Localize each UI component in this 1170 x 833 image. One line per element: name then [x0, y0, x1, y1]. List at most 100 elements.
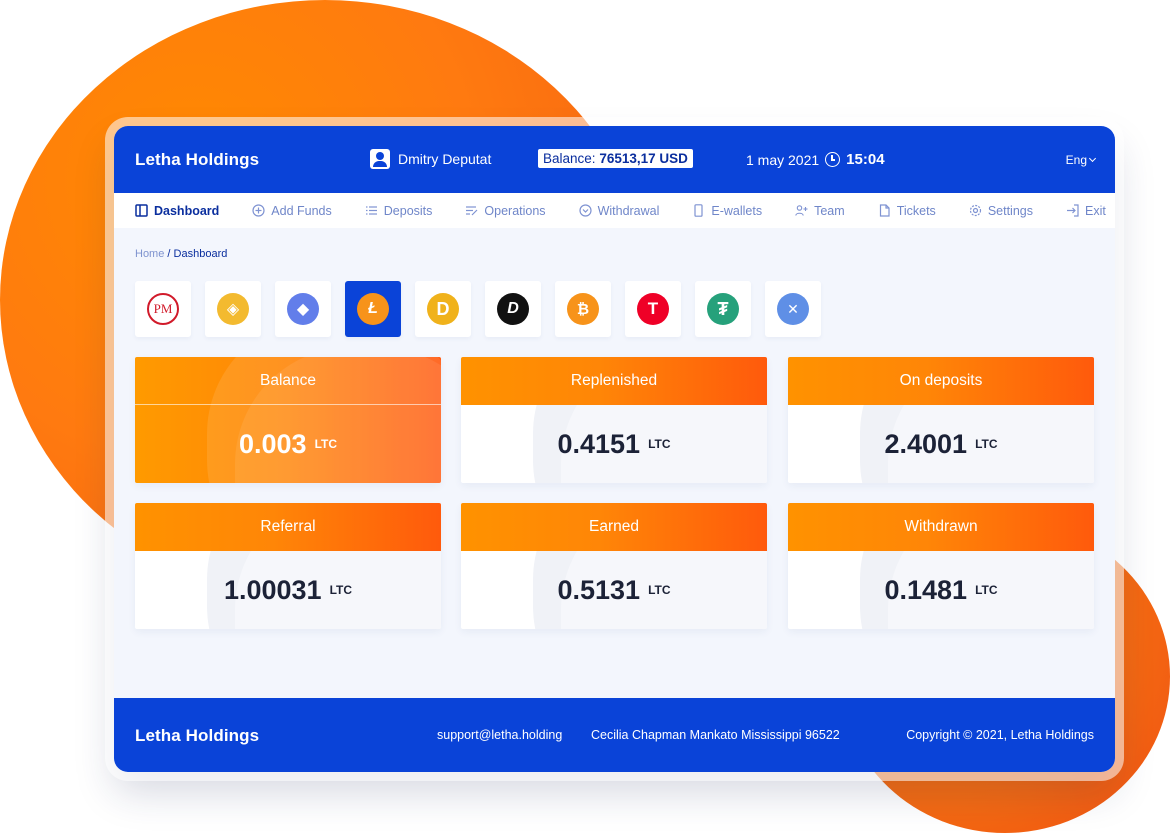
file-icon [878, 204, 891, 217]
stat-label: On deposits [788, 357, 1094, 405]
stat-card-balance: Balance 0.003 LTC [135, 357, 441, 483]
chevron-down-icon [1088, 154, 1097, 163]
nav-label: Tickets [896, 203, 936, 218]
currency-tron[interactable]: T [625, 281, 681, 337]
perfect-money-icon: PM [147, 293, 179, 325]
stat-label: Earned [461, 503, 767, 551]
nav-label: Exit [1084, 203, 1106, 218]
binance-icon: ◈ [217, 293, 249, 325]
dash-icon: D [497, 293, 529, 325]
chevron-circle-icon [578, 204, 592, 217]
breadcrumb-current: Dashboard [173, 248, 228, 260]
nav-item-tickets[interactable]: Tickets [878, 204, 936, 218]
nav-label: Dashboard [154, 203, 220, 218]
stat-card-on-deposits: On deposits 2.4001 LTC [788, 357, 1094, 483]
footer-copyright: Copyright © 2021, Letha Holdings [906, 728, 1094, 742]
date-time: 1 may 2021 15:04 [746, 151, 885, 168]
stat-value: 0.4151 [557, 428, 641, 459]
user-plus-icon [795, 204, 808, 217]
stat-label: Withdrawn [788, 503, 1094, 551]
edit-list-icon [465, 204, 478, 217]
dogecoin-icon: D [427, 293, 459, 325]
stat-label: Replenished [461, 357, 767, 405]
breadcrumb-separator: / [167, 248, 171, 260]
currency-tether[interactable]: ₮ [695, 281, 751, 337]
phone-icon [692, 204, 705, 217]
nav-label: Withdrawal [597, 203, 660, 218]
layout-icon [135, 204, 148, 217]
ripple-icon: ✕ [777, 293, 809, 325]
nav-label: Team [814, 203, 845, 218]
nav-label: Settings [987, 203, 1033, 218]
footer-brand[interactable]: Letha Holdings [135, 726, 259, 746]
list-icon [365, 204, 378, 217]
currency-dash[interactable]: D [485, 281, 541, 337]
time-text: 15:04 [846, 151, 885, 168]
bitcoin-icon: ₿ [567, 293, 599, 325]
user-profile[interactable]: Dmitry Deputat [370, 149, 491, 169]
stat-unit: LTC [648, 583, 671, 597]
stat-value: 0.003 [238, 428, 307, 459]
stat-label: Referral [135, 503, 441, 551]
tron-icon: T [637, 293, 669, 325]
exit-icon [1066, 204, 1079, 217]
currency-perfect-money[interactable]: PM [135, 281, 191, 337]
balance-badge: Balance: 76513,17 USD [538, 149, 693, 168]
main-nav: Dashboard Add Funds Deposits Operations … [114, 193, 1115, 228]
stat-value: 0.1481 [884, 574, 968, 605]
nav-item-dashboard[interactable]: Dashboard [135, 204, 219, 218]
stat-label: Balance [135, 357, 441, 405]
clock-icon [825, 152, 841, 167]
language-selector[interactable]: Eng [1065, 153, 1097, 167]
tether-icon: ₮ [707, 293, 739, 325]
support-email-link[interactable]: support@letha.holding [437, 728, 562, 742]
footer: Letha Holdings support@letha.holding Cec… [114, 698, 1115, 772]
breadcrumb-home[interactable]: Home [135, 248, 164, 260]
litecoin-icon: Ł [357, 293, 389, 325]
stat-card-replenished: Replenished 0.4151 LTC [461, 357, 767, 483]
stat-unit: LTC [314, 437, 337, 451]
currency-selector: PM ◈ ◆ Ł D D ₿ T ₮ ✕ [135, 281, 821, 337]
nav-item-team[interactable]: Team [795, 204, 845, 218]
breadcrumb: Home / Dashboard [135, 248, 227, 260]
footer-address: Cecilia Chapman Mankato Mississippi 9652… [591, 728, 840, 742]
stat-unit: LTC [975, 437, 998, 451]
nav-item-deposits[interactable]: Deposits [365, 203, 433, 218]
gear-icon [969, 204, 982, 217]
nav-label: Deposits [383, 203, 433, 218]
nav-item-add-funds[interactable]: Add Funds [252, 203, 332, 218]
nav-label: Add Funds [271, 203, 332, 218]
plus-circle-icon [252, 204, 265, 217]
nav-item-e-wallets[interactable]: E-wallets [692, 204, 762, 218]
nav-item-operations[interactable]: Operations [465, 203, 546, 218]
currency-ripple[interactable]: ✕ [765, 281, 821, 337]
nav-item-settings[interactable]: Settings [969, 204, 1033, 218]
stat-unit: LTC [329, 583, 353, 597]
stat-value: 1.00031 [223, 574, 322, 605]
nav-label: Operations [484, 203, 546, 218]
top-header: Letha Holdings Dmitry Deputat Balance: 7… [114, 126, 1115, 193]
currency-bitcoin[interactable]: ₿ [555, 281, 611, 337]
user-icon [370, 149, 390, 169]
stat-card-referral: Referral 1.00031 LTC [135, 503, 441, 629]
balance-label: Balance: [543, 151, 596, 166]
nav-item-exit[interactable]: Exit [1066, 204, 1106, 218]
currency-litecoin[interactable]: Ł [345, 281, 401, 337]
stat-value: 2.4001 [884, 428, 968, 459]
stat-card-earned: Earned 0.5131 LTC [461, 503, 767, 629]
dashboard-window: Letha Holdings Dmitry Deputat Balance: 7… [114, 126, 1115, 772]
currency-ethereum[interactable]: ◆ [275, 281, 331, 337]
currency-binance[interactable]: ◈ [205, 281, 261, 337]
stat-value: 0.5131 [557, 574, 641, 605]
stat-unit: LTC [975, 583, 998, 597]
stat-unit: LTC [648, 437, 671, 451]
currency-dogecoin[interactable]: D [415, 281, 471, 337]
stat-card-withdrawn: Withdrawn 0.1481 LTC [788, 503, 1094, 629]
date-text: 1 may 2021 [746, 151, 820, 168]
language-value: Eng [1065, 153, 1087, 167]
balance-value: 76513,17 USD [599, 151, 688, 166]
brand-logo[interactable]: Letha Holdings [135, 150, 259, 170]
nav-item-withdrawal[interactable]: Withdrawal [578, 203, 660, 218]
nav-label: E-wallets [711, 203, 763, 218]
ethereum-icon: ◆ [287, 293, 319, 325]
